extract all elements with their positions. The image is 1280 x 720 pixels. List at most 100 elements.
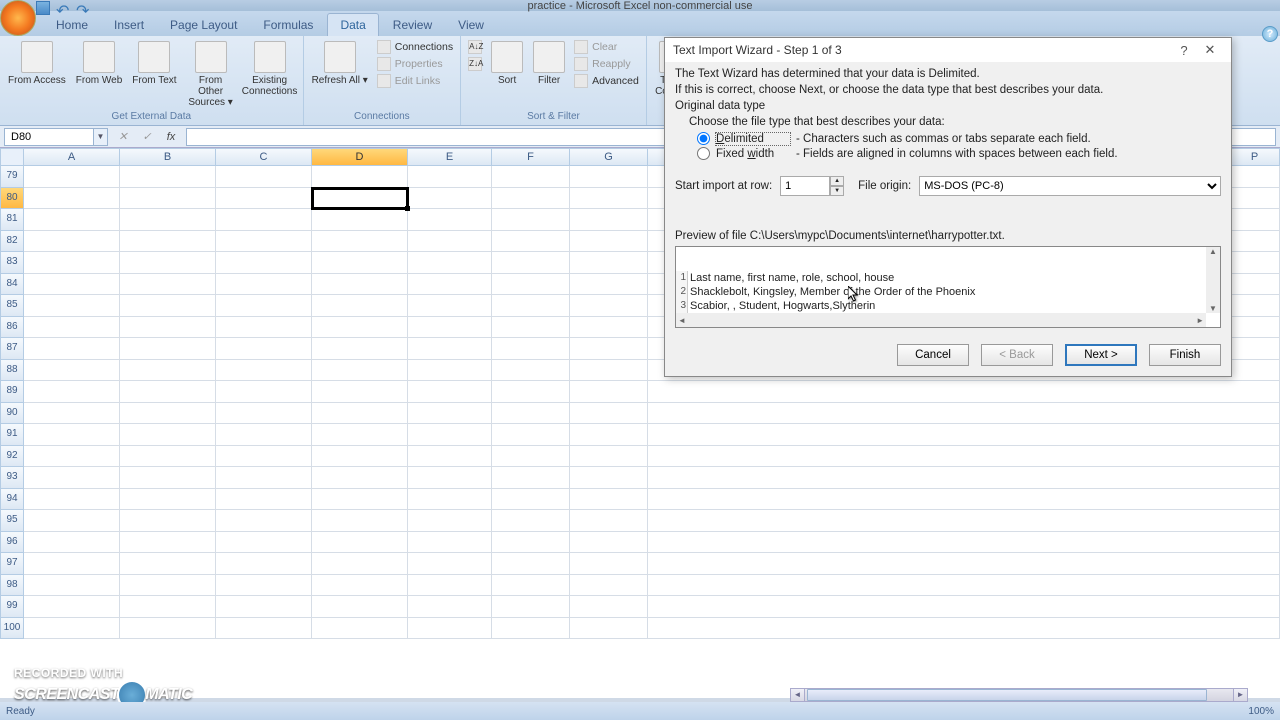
cell[interactable] xyxy=(570,553,648,575)
cell[interactable] xyxy=(120,596,216,618)
row-header[interactable]: 86 xyxy=(0,317,24,339)
cell[interactable] xyxy=(216,446,312,468)
help-icon[interactable]: ? xyxy=(1262,26,1278,42)
row-header[interactable]: 84 xyxy=(0,274,24,296)
cell[interactable] xyxy=(408,596,492,618)
tab-data[interactable]: Data xyxy=(327,13,378,36)
undo-icon[interactable]: ↶ xyxy=(56,1,70,15)
name-box[interactable]: D80 xyxy=(4,128,94,146)
cell[interactable] xyxy=(570,295,648,317)
cell[interactable] xyxy=(312,403,408,425)
from-access-button[interactable]: From Access xyxy=(4,39,70,88)
cell[interactable] xyxy=(312,424,408,446)
cell[interactable] xyxy=(216,467,312,489)
cell[interactable] xyxy=(408,381,492,403)
scroll-thumb[interactable] xyxy=(807,689,1207,701)
cell[interactable] xyxy=(648,553,1280,575)
cell[interactable] xyxy=(492,295,570,317)
row-header[interactable]: 91 xyxy=(0,424,24,446)
cell[interactable] xyxy=(120,295,216,317)
col-header-d[interactable]: D xyxy=(312,148,408,166)
cell[interactable] xyxy=(312,618,408,640)
connections-button[interactable]: Connections xyxy=(374,39,456,55)
cell[interactable] xyxy=(648,618,1280,640)
cell[interactable] xyxy=(312,274,408,296)
cell[interactable] xyxy=(408,553,492,575)
tab-insert[interactable]: Insert xyxy=(102,14,156,36)
cell[interactable] xyxy=(312,188,408,210)
col-header-a[interactable]: A xyxy=(24,148,120,166)
cell[interactable] xyxy=(24,338,120,360)
cell[interactable] xyxy=(120,209,216,231)
cell[interactable] xyxy=(408,467,492,489)
scroll-right-icon[interactable]: ► xyxy=(1233,689,1247,701)
cell[interactable] xyxy=(120,510,216,532)
cell[interactable] xyxy=(24,295,120,317)
cell[interactable] xyxy=(648,403,1280,425)
cell[interactable] xyxy=(570,317,648,339)
cell[interactable] xyxy=(216,338,312,360)
col-header-b[interactable]: B xyxy=(120,148,216,166)
cell[interactable] xyxy=(312,510,408,532)
cell[interactable] xyxy=(120,381,216,403)
cell[interactable] xyxy=(216,596,312,618)
row-header[interactable]: 83 xyxy=(0,252,24,274)
cell[interactable] xyxy=(408,575,492,597)
cell[interactable] xyxy=(24,360,120,382)
cell[interactable] xyxy=(570,446,648,468)
cell[interactable] xyxy=(492,338,570,360)
spin-up-icon[interactable]: ▲ xyxy=(830,176,844,186)
help-button[interactable]: ? xyxy=(1171,40,1197,60)
cell[interactable] xyxy=(216,424,312,446)
delimited-radio[interactable] xyxy=(697,132,710,145)
cell[interactable] xyxy=(408,317,492,339)
cell[interactable] xyxy=(570,618,648,640)
file-origin-select[interactable]: MS-DOS (PC-8) xyxy=(919,176,1221,196)
cell[interactable] xyxy=(492,274,570,296)
cell[interactable] xyxy=(120,403,216,425)
cell[interactable] xyxy=(216,166,312,188)
cell[interactable] xyxy=(492,381,570,403)
cell[interactable] xyxy=(216,618,312,640)
row-header[interactable]: 100 xyxy=(0,618,24,640)
cell[interactable] xyxy=(216,209,312,231)
row-header[interactable]: 97 xyxy=(0,553,24,575)
cell[interactable] xyxy=(492,360,570,382)
cell[interactable] xyxy=(120,489,216,511)
cell[interactable] xyxy=(648,575,1280,597)
cell[interactable] xyxy=(570,510,648,532)
name-box-dropdown[interactable]: ▼ xyxy=(94,128,108,146)
cell[interactable] xyxy=(648,532,1280,554)
cell[interactable] xyxy=(216,252,312,274)
cell[interactable] xyxy=(216,575,312,597)
cell[interactable] xyxy=(570,403,648,425)
cell[interactable] xyxy=(312,489,408,511)
cell[interactable] xyxy=(408,274,492,296)
cell[interactable] xyxy=(312,575,408,597)
cell[interactable] xyxy=(24,166,120,188)
save-icon[interactable] xyxy=(36,1,50,15)
row-header[interactable]: 81 xyxy=(0,209,24,231)
cell[interactable] xyxy=(312,209,408,231)
horizontal-scrollbar[interactable]: ◄ ► xyxy=(790,688,1248,702)
start-row-input[interactable] xyxy=(780,176,830,196)
refresh-all-button[interactable]: Refresh All ▾ xyxy=(308,39,372,88)
cell[interactable] xyxy=(408,510,492,532)
cell[interactable] xyxy=(24,231,120,253)
cell[interactable] xyxy=(216,295,312,317)
office-button[interactable] xyxy=(0,0,36,36)
cell[interactable] xyxy=(24,553,120,575)
cell[interactable] xyxy=(120,446,216,468)
cell[interactable] xyxy=(408,446,492,468)
cell[interactable] xyxy=(492,575,570,597)
preview-hscroll[interactable]: ◄► xyxy=(676,313,1206,327)
row-header[interactable]: 82 xyxy=(0,231,24,253)
cell[interactable] xyxy=(408,489,492,511)
cell[interactable] xyxy=(216,553,312,575)
col-header-e[interactable]: E xyxy=(408,148,492,166)
cell[interactable] xyxy=(408,231,492,253)
cell[interactable] xyxy=(216,403,312,425)
col-header-f[interactable]: F xyxy=(492,148,570,166)
row-header[interactable]: 87 xyxy=(0,338,24,360)
cell[interactable] xyxy=(120,467,216,489)
